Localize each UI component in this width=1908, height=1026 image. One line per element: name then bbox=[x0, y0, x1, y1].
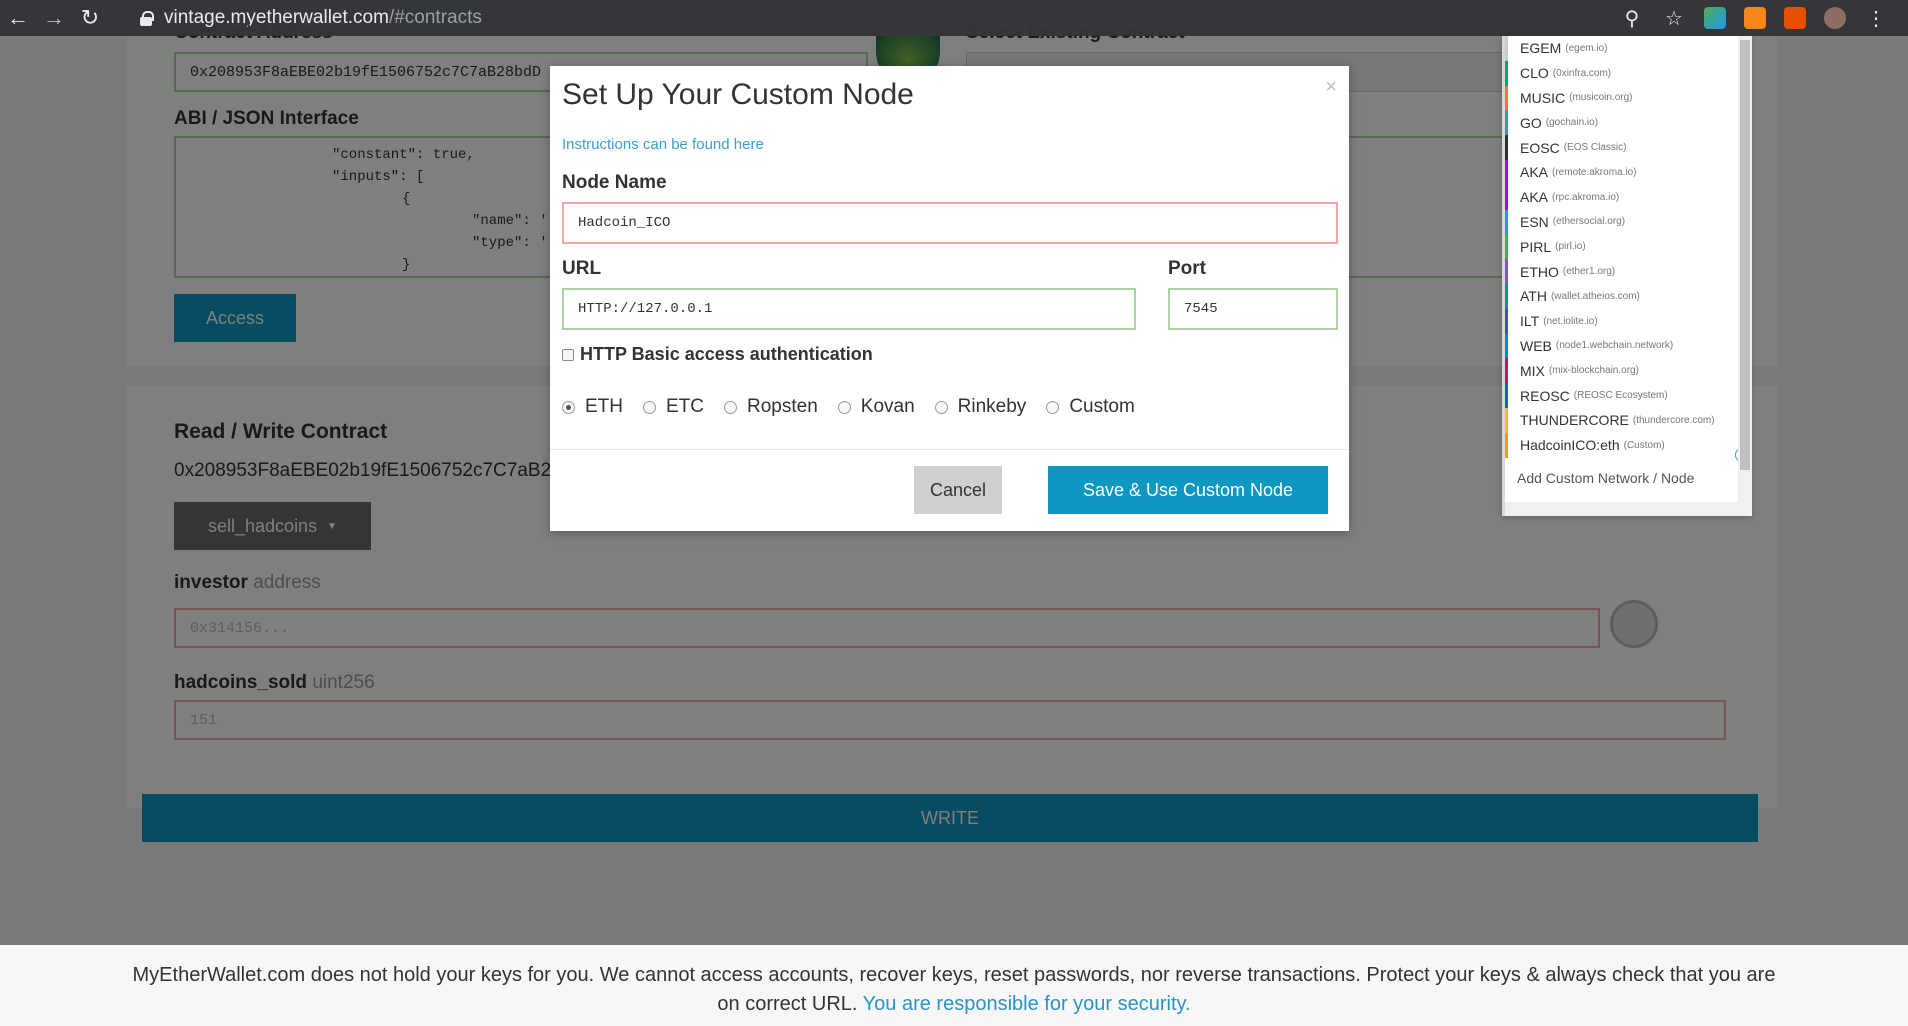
url-input[interactable]: HTTP://127.0.0.1 bbox=[562, 288, 1136, 330]
bookmark-star-icon[interactable]: ☆ bbox=[1662, 6, 1686, 30]
cancel-button[interactable]: Cancel bbox=[914, 466, 1002, 514]
node-name-input[interactable]: Hadcoin_ICO bbox=[562, 202, 1338, 244]
network-list-horizontal-scrollbar[interactable] bbox=[1505, 502, 1741, 516]
network-item[interactable]: ETHO (ether1.org) bbox=[1505, 259, 1752, 284]
network-type-radios: ETH ETC Ropsten Kovan Rinkeby Custom bbox=[562, 396, 1155, 418]
radio-icon bbox=[643, 400, 656, 414]
radio-icon bbox=[724, 400, 737, 414]
scrollbar-thumb[interactable] bbox=[1740, 40, 1750, 470]
url-path: /#contracts bbox=[388, 7, 482, 28]
radio-icon bbox=[837, 400, 851, 414]
radio-icon bbox=[1046, 400, 1060, 414]
reload-icon[interactable]: ↻ bbox=[72, 0, 108, 36]
basic-auth-row[interactable]: HTTP Basic access authentication bbox=[562, 344, 873, 365]
network-list: EGEM (egem.io) CLO (0xinfra.com) MUSIC (mus… bbox=[1505, 36, 1752, 458]
network-item[interactable]: REOSC (REOSC Ecosystem) bbox=[1505, 383, 1752, 408]
network-item[interactable]: HadcoinICO:eth (Custom) bbox=[1505, 432, 1752, 458]
radio-kovan[interactable]: Kovan bbox=[837, 396, 915, 418]
port-input[interactable]: 7545 bbox=[1168, 288, 1338, 330]
network-item[interactable]: PIRL (pirl.io) bbox=[1505, 234, 1752, 260]
footer-notice: MyEtherWallet.com does not hold your key… bbox=[0, 945, 1908, 1026]
network-item[interactable]: ILT (net.iolite.io) bbox=[1505, 308, 1752, 334]
network-item[interactable]: AKA (remote.akroma.io) bbox=[1505, 159, 1752, 185]
network-item[interactable]: ATH (wallet.atheios.com) bbox=[1505, 283, 1752, 309]
node-name-label: Node Name bbox=[562, 172, 667, 193]
modal-divider bbox=[550, 449, 1349, 450]
network-item[interactable]: ESN (ethersocial.org) bbox=[1505, 209, 1752, 235]
security-link[interactable]: You are responsible for your security. bbox=[863, 993, 1191, 1015]
network-item[interactable]: MUSIC (musicoin.org) bbox=[1505, 85, 1752, 111]
network-dropdown: EGEM (egem.io) CLO (0xinfra.com) MUSIC (mus… bbox=[1502, 36, 1752, 516]
network-item[interactable]: AKA (rpc.akroma.io) bbox=[1505, 184, 1752, 210]
profile-avatar-icon[interactable] bbox=[1824, 7, 1846, 29]
radio-eth[interactable]: ETH bbox=[562, 396, 623, 418]
network-item[interactable]: EGEM (egem.io) bbox=[1505, 36, 1752, 61]
network-item[interactable]: GO (gochain.io) bbox=[1505, 110, 1752, 136]
radio-label: ETC bbox=[666, 396, 704, 417]
radio-label: Rinkeby bbox=[957, 396, 1027, 417]
radio-custom[interactable]: Custom bbox=[1046, 396, 1135, 418]
instructions-link[interactable]: Instructions can be found here bbox=[562, 136, 764, 153]
network-item[interactable]: MIX (mix-blockchain.org) bbox=[1505, 358, 1752, 384]
network-item[interactable]: EOSC (EOS Classic) bbox=[1505, 135, 1752, 160]
close-icon[interactable]: × bbox=[1325, 76, 1337, 99]
menu-kebab-icon[interactable]: ⋮ bbox=[1864, 6, 1888, 30]
add-custom-network-link[interactable]: Add Custom Network / Node bbox=[1517, 470, 1694, 486]
radio-icon bbox=[934, 400, 948, 414]
port-label: Port bbox=[1168, 258, 1206, 279]
radio-label: Kovan bbox=[860, 396, 915, 417]
back-icon[interactable]: ← bbox=[0, 0, 36, 36]
radio-rinkeby[interactable]: Rinkeby bbox=[934, 396, 1027, 418]
radio-ropsten[interactable]: Ropsten bbox=[724, 396, 818, 418]
lock-icon bbox=[140, 11, 154, 26]
network-item[interactable]: THUNDERCORE (thundercore.com) bbox=[1505, 407, 1752, 433]
custom-node-modal: Set Up Your Custom Node × Instructions c… bbox=[550, 66, 1349, 531]
network-list-scrollbar[interactable] bbox=[1738, 36, 1752, 516]
metamask-icon[interactable] bbox=[1744, 7, 1766, 29]
radio-label: ETH bbox=[585, 396, 623, 417]
radio-selected-icon bbox=[562, 400, 575, 414]
forward-icon[interactable]: → bbox=[36, 0, 72, 36]
save-custom-node-button[interactable]: Save & Use Custom Node bbox=[1048, 466, 1328, 514]
radio-label: Ropsten bbox=[747, 396, 818, 417]
network-item[interactable]: CLO (0xinfra.com) bbox=[1505, 60, 1752, 86]
basic-auth-label: HTTP Basic access authentication bbox=[580, 344, 873, 364]
modal-title: Set Up Your Custom Node bbox=[562, 78, 914, 111]
basic-auth-checkbox[interactable] bbox=[562, 348, 574, 361]
network-item[interactable]: WEB (node1.webchain.network) bbox=[1505, 333, 1752, 359]
zoom-icon[interactable]: ⚲ bbox=[1620, 6, 1644, 30]
extension-icon[interactable] bbox=[1704, 7, 1726, 29]
url-label: URL bbox=[562, 258, 602, 279]
radio-etc[interactable]: ETC bbox=[643, 396, 704, 418]
radio-label: Custom bbox=[1069, 396, 1135, 417]
extension-badge-icon[interactable] bbox=[1784, 7, 1806, 29]
